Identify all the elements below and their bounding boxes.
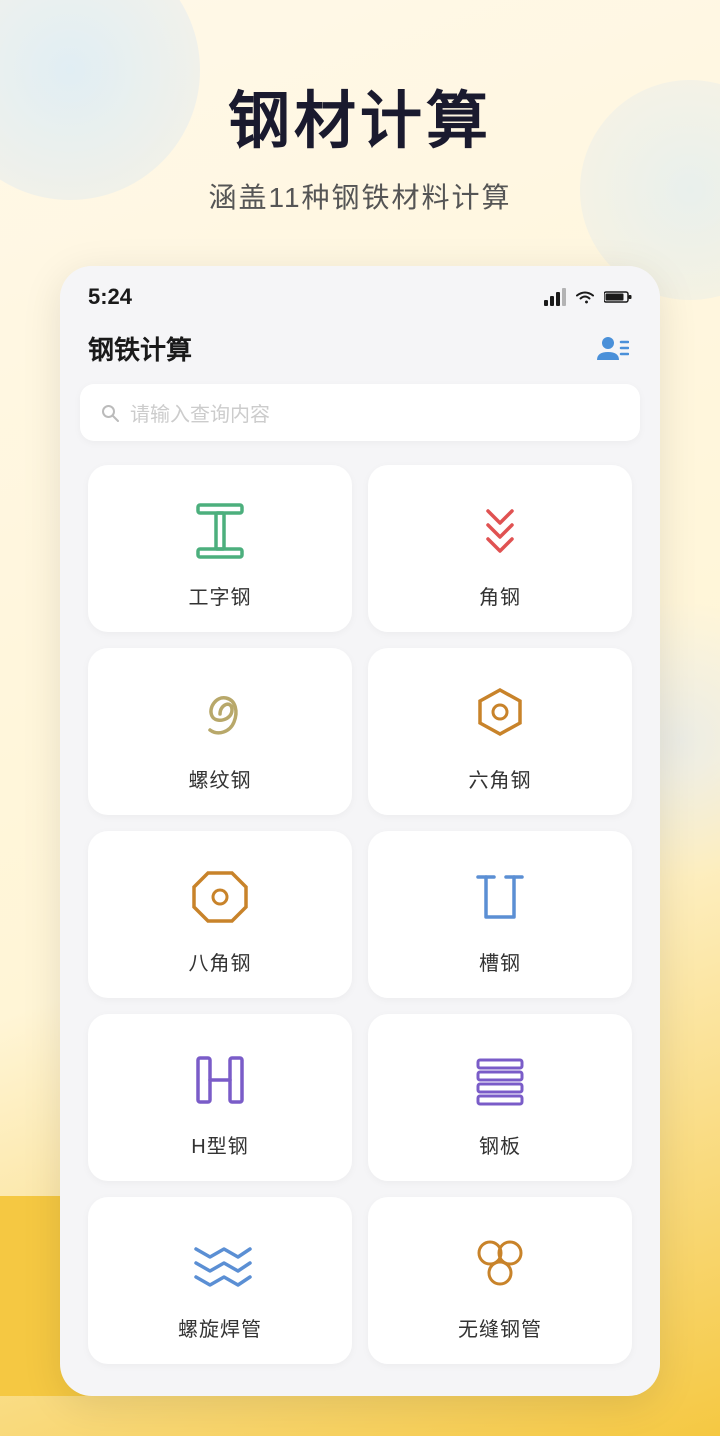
grid-item-caogang[interactable]: 槽钢: [368, 831, 632, 998]
user-list-button[interactable]: [592, 328, 632, 368]
grid-item-gangban[interactable]: 钢板: [368, 1014, 632, 1181]
grid-item-gongzugang[interactable]: 工字钢: [88, 465, 352, 632]
grid-item-bajiao[interactable]: 八角钢: [88, 831, 352, 998]
wifi-icon: [574, 289, 596, 305]
seamless-pipe-icon: [464, 1227, 536, 1299]
rebar-icon: [184, 678, 256, 750]
items-grid: 工字钢 角钢 螺纹钢: [60, 457, 660, 1372]
plate-icon: [464, 1044, 536, 1116]
hex-label: 六角钢: [469, 764, 532, 793]
search-icon: [100, 403, 120, 423]
oct-icon: [184, 861, 256, 933]
ibeam-label: 工字钢: [189, 581, 252, 610]
channel-label: 槽钢: [479, 947, 521, 976]
search-placeholder: 请输入查询内容: [130, 398, 620, 427]
spiral-pipe-icon: [184, 1227, 256, 1299]
status-icons: [544, 288, 632, 306]
grid-item-luoxuan[interactable]: 螺旋焊管: [88, 1197, 352, 1364]
user-list-icon: [595, 334, 629, 362]
phone-card: 5:24 钢铁计算: [60, 266, 660, 1396]
plate-label: 钢板: [479, 1130, 521, 1159]
hex-icon: [464, 678, 536, 750]
angle-label: 角钢: [479, 581, 521, 610]
status-bar: 5:24: [60, 266, 660, 318]
signal-icon: [544, 288, 566, 306]
battery-icon: [604, 290, 632, 304]
grid-item-luowengang[interactable]: 螺纹钢: [88, 648, 352, 815]
channel-icon: [464, 861, 536, 933]
spiral-pipe-label: 螺旋焊管: [178, 1313, 262, 1342]
app-header: 钢铁计算: [60, 318, 660, 384]
hbeam-label: H型钢: [191, 1130, 248, 1159]
grid-item-liujiao[interactable]: 六角钢: [368, 648, 632, 815]
rebar-label: 螺纹钢: [189, 764, 252, 793]
page-title: 钢材计算: [40, 70, 680, 160]
status-time: 5:24: [88, 284, 132, 310]
grid-item-hxing[interactable]: H型钢: [88, 1014, 352, 1181]
page-header: 钢材计算 涵盖11种钢铁材料计算: [0, 0, 720, 246]
grid-item-wufeng[interactable]: 无缝钢管: [368, 1197, 632, 1364]
app-header-title: 钢铁计算: [88, 330, 192, 367]
search-bar[interactable]: 请输入查询内容: [80, 384, 640, 441]
seamless-pipe-label: 无缝钢管: [458, 1313, 542, 1342]
angle-icon: [464, 495, 536, 567]
grid-item-jiaogang[interactable]: 角钢: [368, 465, 632, 632]
hbeam-icon: [184, 1044, 256, 1116]
oct-label: 八角钢: [189, 947, 252, 976]
ibeam-icon: [184, 495, 256, 567]
page-subtitle: 涵盖11种钢铁材料计算: [40, 176, 680, 216]
